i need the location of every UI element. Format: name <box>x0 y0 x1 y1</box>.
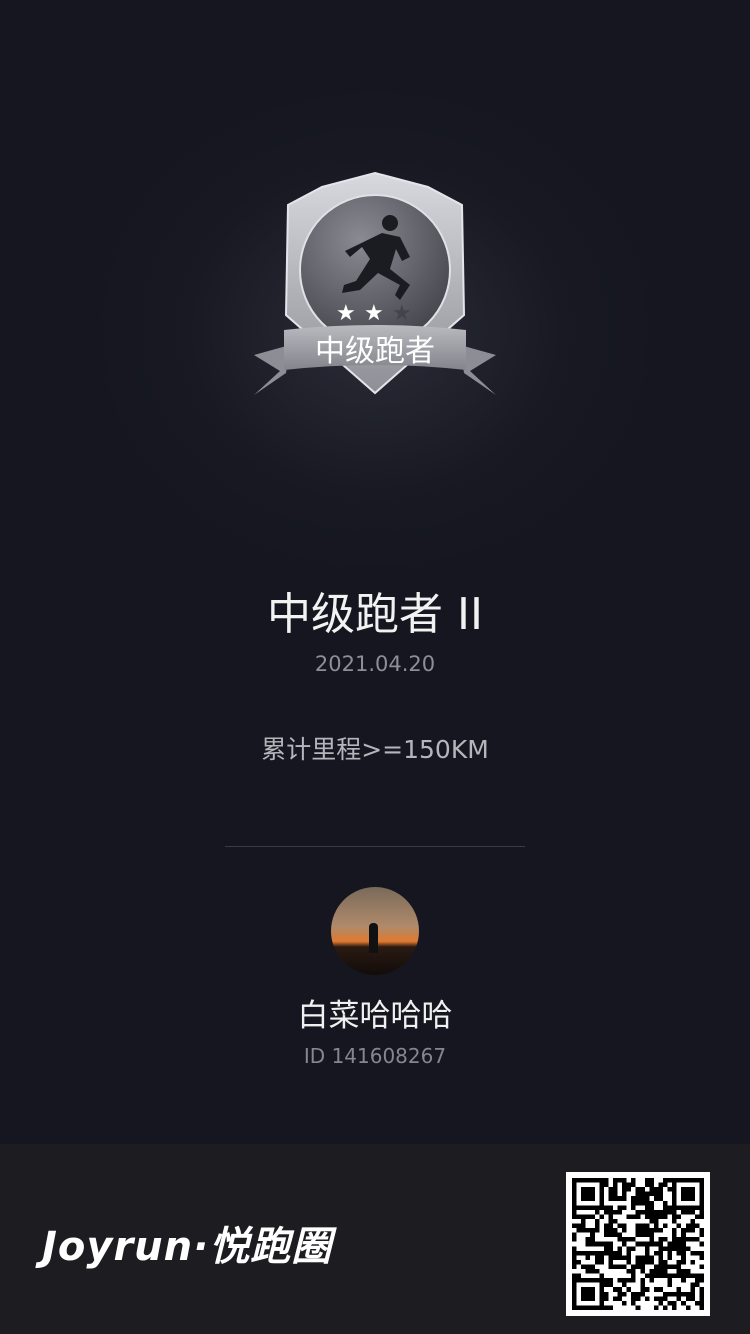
runner-silhouette <box>369 923 378 953</box>
qr-code <box>566 1172 710 1316</box>
avatar[interactable] <box>331 887 419 975</box>
joyrun-logo: Joyrun·悦跑圈 <box>42 1224 333 1270</box>
star-icon: ★ <box>364 301 384 326</box>
medal-title: 中级跑者 II <box>267 589 483 640</box>
user-name: 白菜哈哈哈 <box>297 998 453 1034</box>
medal-requirement: 累计里程>=150KM <box>261 735 489 764</box>
star-icon: ★ <box>336 301 356 326</box>
star-empty-icon: ★ <box>392 301 412 326</box>
footer: Joyrun·悦跑圈 <box>0 1144 750 1334</box>
user-id: ID 141608267 <box>303 1044 447 1068</box>
medal-date: 2021.04.20 <box>314 652 436 676</box>
badge-ribbon-text: 中级跑者 <box>315 334 435 369</box>
star-rating: ★ ★ ★ <box>336 301 412 326</box>
divider <box>225 846 525 847</box>
medal-badge: ★ ★ ★ 中级跑者 <box>254 171 496 395</box>
